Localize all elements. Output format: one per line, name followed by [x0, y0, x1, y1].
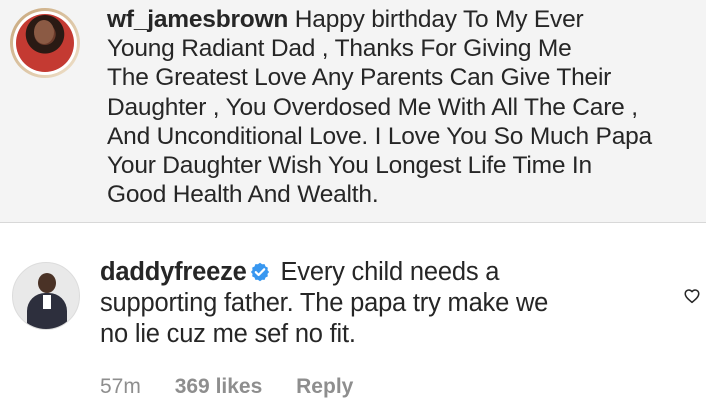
caption-section: wf_jamesbrown Happy birthday To My Ever … — [0, 0, 706, 222]
comment-timestamp[interactable]: 57m — [100, 375, 141, 398]
caption-username[interactable]: wf_jamesbrown — [107, 6, 288, 33]
caption-author-avatar[interactable] — [10, 8, 80, 78]
reply-button[interactable]: Reply — [296, 375, 353, 398]
caption-comment: wf_jamesbrown Happy birthday To My Ever … — [107, 5, 697, 209]
reply-comment: daddyfreeze Every child needs a supporti… — [100, 257, 660, 350]
profile-photo-man — [21, 269, 73, 329]
heart-outline-icon[interactable] — [683, 287, 701, 305]
comment-username[interactable]: daddyfreeze — [100, 258, 247, 286]
caption-text: Happy birthday To My Ever Young Radiant … — [107, 6, 652, 209]
verified-badge-icon — [250, 262, 270, 282]
comment-author-avatar[interactable] — [12, 262, 80, 330]
comment-likes[interactable]: 369 likes — [175, 375, 263, 398]
comment-meta: 57m 369 likes Reply — [100, 375, 381, 399]
profile-photo-woman — [16, 14, 74, 72]
section-divider — [0, 222, 706, 223]
